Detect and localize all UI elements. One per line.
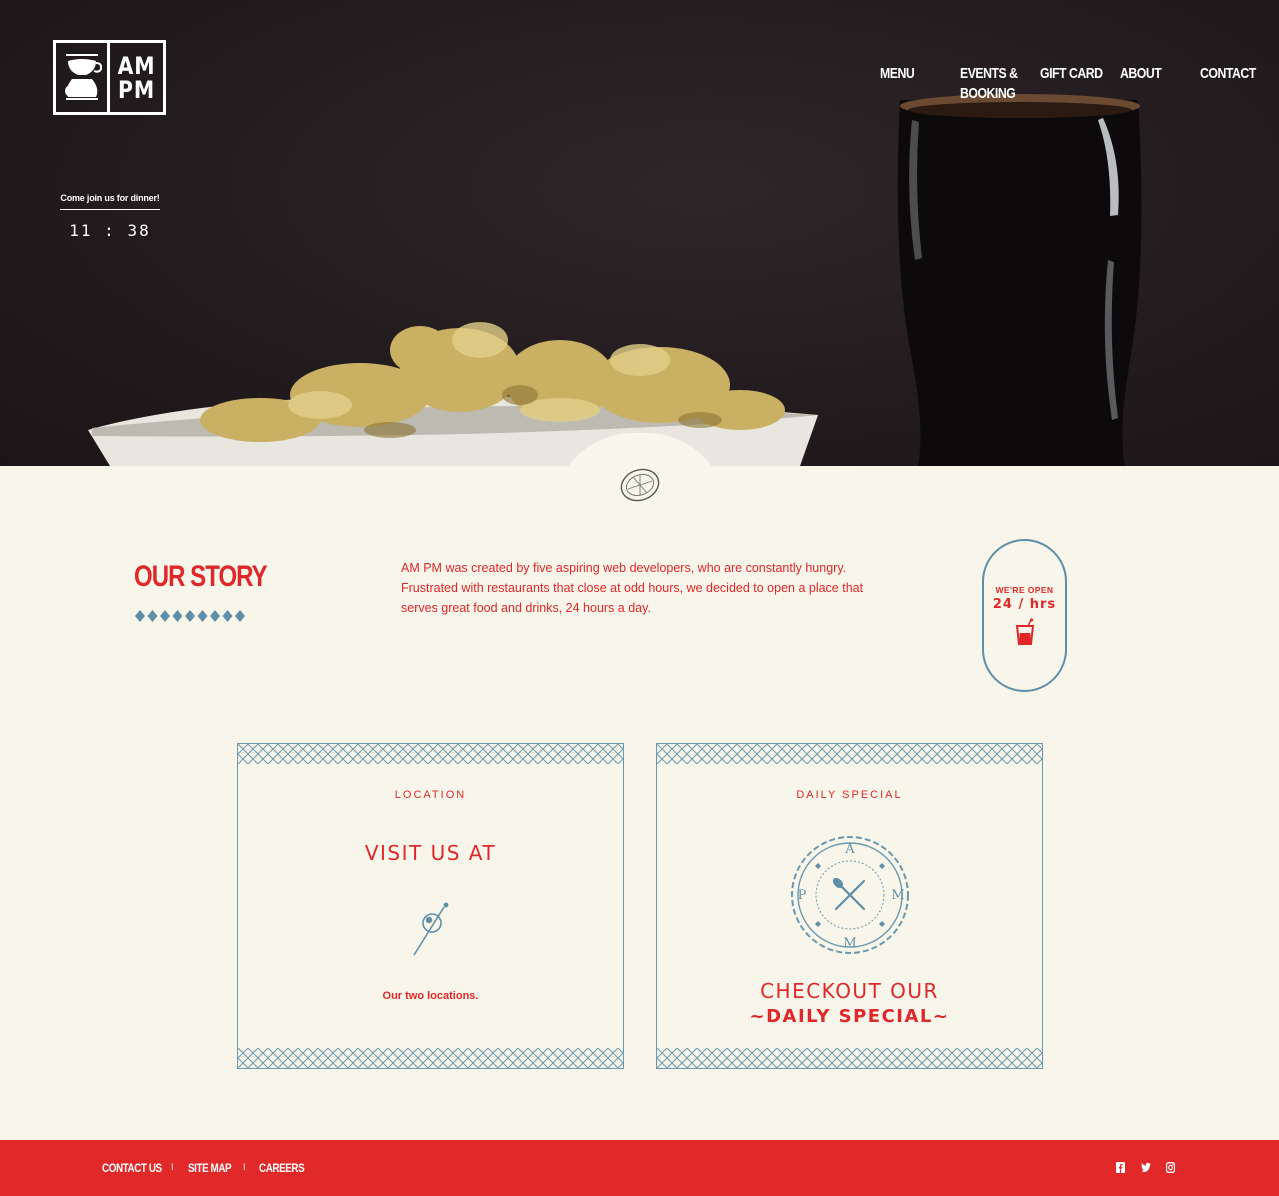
cocktail-glass-icon [984, 618, 1065, 651]
open-badge-hours: 24 / hrs [992, 597, 1057, 612]
lattice-border [238, 744, 623, 764]
nav-events-line2: BOOKING [960, 85, 1016, 102]
nav-events-booking[interactable]: EVENTS & BOOKING [960, 64, 1018, 104]
seal-letter-right: M [891, 888, 904, 903]
our-story-text: AM PM was created by five aspiring web d… [401, 561, 864, 615]
diamond-divider-icon [134, 609, 249, 628]
lemon-slice-icon [619, 465, 661, 510]
visit-us-heading: VISIT US AT [364, 841, 497, 865]
dinner-tagline: Come join us for dinner! [60, 193, 160, 210]
our-locations-link[interactable]: Our two locations. [238, 990, 623, 1002]
open-24-hours-badge: WE'RE OPEN 24 / hrs [982, 539, 1067, 692]
our-story-heading: OUR STORY [134, 560, 268, 593]
footer-careers[interactable]: CAREERS [259, 1161, 305, 1175]
footer-separator: I [243, 1162, 246, 1172]
checkout-heading-line1: CHECKOUT OUR [760, 979, 939, 1003]
lattice-border [238, 1048, 623, 1068]
nav-contact[interactable]: CONTACT [1200, 64, 1256, 84]
open-badge-label: WE'RE OPEN [995, 585, 1054, 595]
ampm-seal-icon: A P M M [788, 833, 912, 962]
lattice-border [657, 1048, 1042, 1068]
twitter-icon[interactable] [1141, 1162, 1151, 1174]
hours-widget: Come join us for dinner! 11 : 38 [60, 193, 160, 240]
seal-letter-bottom: M [843, 936, 856, 951]
current-time: 11 : 38 [69, 221, 151, 240]
site-footer: CONTACT US I SITE MAP I CAREERS [0, 1140, 1279, 1196]
footer-separator: I [171, 1162, 174, 1172]
footer-contact-us[interactable]: CONTACT US [102, 1161, 162, 1175]
location-card[interactable]: LOCATION VISIT US AT Our two locations. [237, 743, 624, 1069]
checkout-heading-line2: ~DAILY SPECIAL~ [749, 1006, 950, 1027]
location-eyebrow: LOCATION [394, 789, 467, 801]
daily-special-card[interactable]: DAILY SPECIAL A P M M CHECKOUT OUR ~DAIL… [656, 743, 1043, 1069]
lattice-border [657, 744, 1042, 764]
olive-pick-icon [410, 901, 454, 962]
seal-letter-top: A [844, 842, 855, 857]
nav-events-line1: EVENTS & [960, 65, 1018, 82]
seal-letter-left: P [798, 888, 807, 903]
main-nav: MENU EVENTS & BOOKING GIFT CARD ABOUT CO… [0, 64, 1279, 104]
nav-menu[interactable]: MENU [880, 64, 915, 84]
daily-special-eyebrow: DAILY SPECIAL [796, 789, 903, 801]
hero-banner: AM PM MENU EVENTS & BOOKING GIFT CARD AB… [0, 0, 1279, 466]
footer-site-map[interactable]: SITE MAP [188, 1161, 232, 1175]
nav-gift-card[interactable]: GIFT CARD [1040, 64, 1103, 84]
instagram-icon[interactable] [1165, 1161, 1176, 1174]
facebook-icon[interactable] [1116, 1162, 1126, 1174]
nav-about[interactable]: ABOUT [1120, 64, 1162, 84]
